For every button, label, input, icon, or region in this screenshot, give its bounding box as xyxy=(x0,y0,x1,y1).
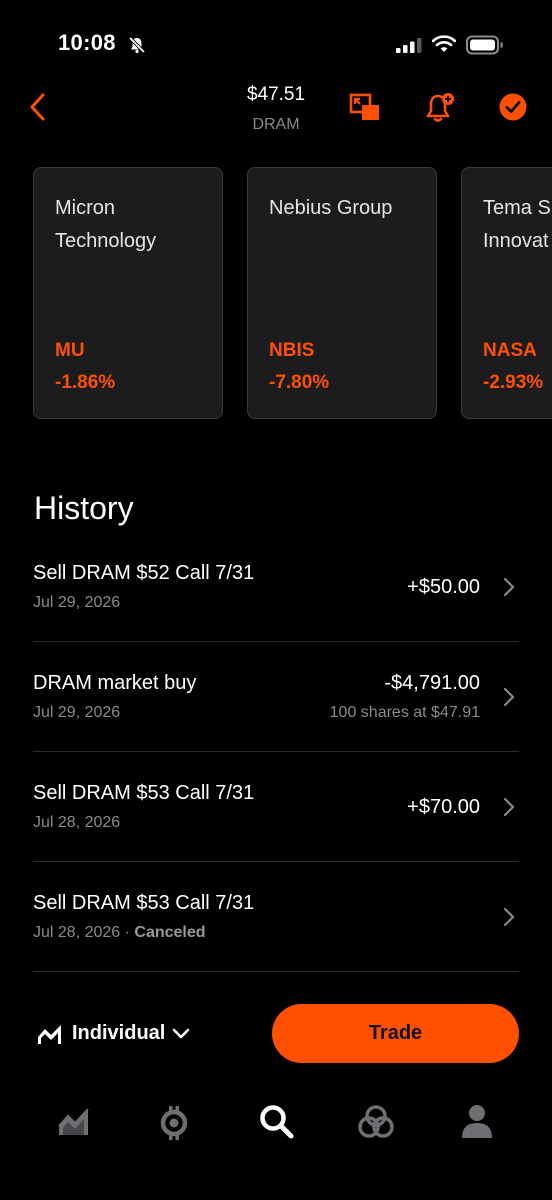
account-selector[interactable]: Individual xyxy=(72,1022,165,1045)
history-row-date: Jul 29, 2026 xyxy=(33,594,121,611)
chevron-right-icon xyxy=(503,907,515,927)
history-row-title: Sell DRAM $53 Call 7/31 xyxy=(33,782,255,804)
header-price: $47.51 xyxy=(246,84,306,105)
history-row-title: Sell DRAM $52 Call 7/31 xyxy=(33,562,255,584)
history-row-date: Jul 28, 2026 xyxy=(33,814,121,831)
card-change: -2.93% xyxy=(483,372,544,393)
networks-icon[interactable] xyxy=(358,1104,394,1140)
history-row-date: Jul 28, 2026 xyxy=(33,924,121,941)
card-change: -1.86% xyxy=(55,372,116,393)
battery-icon xyxy=(466,35,503,55)
account-chart-icon[interactable] xyxy=(36,1023,63,1046)
card-company-name: Micron Technology xyxy=(55,197,157,252)
related-stock-card[interactable]: Micron Technology MU -1.86% xyxy=(33,167,223,419)
history-row[interactable]: Sell DRAM $53 Call 7/31 Jul 28, 2026 +$7… xyxy=(33,751,519,862)
chevron-down-icon[interactable] xyxy=(172,1028,190,1040)
history-row-amount: +$70.00 xyxy=(407,796,480,818)
related-stock-card[interactable]: Nebius Group NBIS -7.80% xyxy=(247,167,437,419)
history-row[interactable]: DRAM market buy Jul 29, 2026 -$4,791.00 … xyxy=(33,641,519,752)
related-stock-card[interactable]: Tema S Innovat NASA -2.93% xyxy=(461,167,552,419)
history-row[interactable]: Sell DRAM $53 Call 7/31 Jul 28, 2026 · C… xyxy=(33,861,519,972)
signal-icon xyxy=(396,38,422,53)
history-row-date: Jul 29, 2026 xyxy=(33,704,121,721)
chevron-right-icon xyxy=(503,797,515,817)
card-ticker: MU xyxy=(55,340,85,361)
wifi-icon xyxy=(432,35,456,52)
status-time: 10:08 xyxy=(58,30,116,55)
crypto-icon[interactable] xyxy=(157,1104,191,1140)
history-row-title: Sell DRAM $53 Call 7/31 xyxy=(33,892,255,914)
chevron-right-icon xyxy=(503,687,515,707)
picture-in-picture-icon[interactable] xyxy=(349,93,381,123)
history-row-amount: -$4,791.00 xyxy=(384,672,480,694)
history-row-date-line: Jul 28, 2026 · Canceled xyxy=(33,924,206,942)
card-ticker: NASA xyxy=(483,340,537,361)
date-status-separator: · xyxy=(120,924,135,941)
history-row-title: DRAM market buy xyxy=(33,672,197,694)
trade-button[interactable]: Trade xyxy=(272,1004,519,1063)
history-row-amount: +$50.00 xyxy=(407,576,480,598)
bell-off-icon xyxy=(128,36,146,54)
profile-icon[interactable] xyxy=(461,1104,493,1138)
watchlist-check-icon[interactable] xyxy=(499,93,527,121)
history-row[interactable]: Sell DRAM $52 Call 7/31 Jul 29, 2026 +$5… xyxy=(33,531,519,642)
card-ticker: NBIS xyxy=(269,340,315,361)
history-row-detail: 100 shares at $47.91 xyxy=(329,704,480,721)
card-change: -7.80% xyxy=(269,372,330,393)
add-alert-icon[interactable] xyxy=(426,92,456,124)
card-company-name: Nebius Group xyxy=(269,197,393,219)
header-symbol: DRAM xyxy=(252,116,300,133)
chevron-right-icon xyxy=(503,577,515,597)
card-company-name: Tema S Innovat xyxy=(483,197,551,252)
search-icon[interactable] xyxy=(259,1104,295,1140)
history-heading: History xyxy=(34,490,134,526)
chart-icon[interactable] xyxy=(57,1104,91,1138)
status-badge: Canceled xyxy=(134,924,206,941)
